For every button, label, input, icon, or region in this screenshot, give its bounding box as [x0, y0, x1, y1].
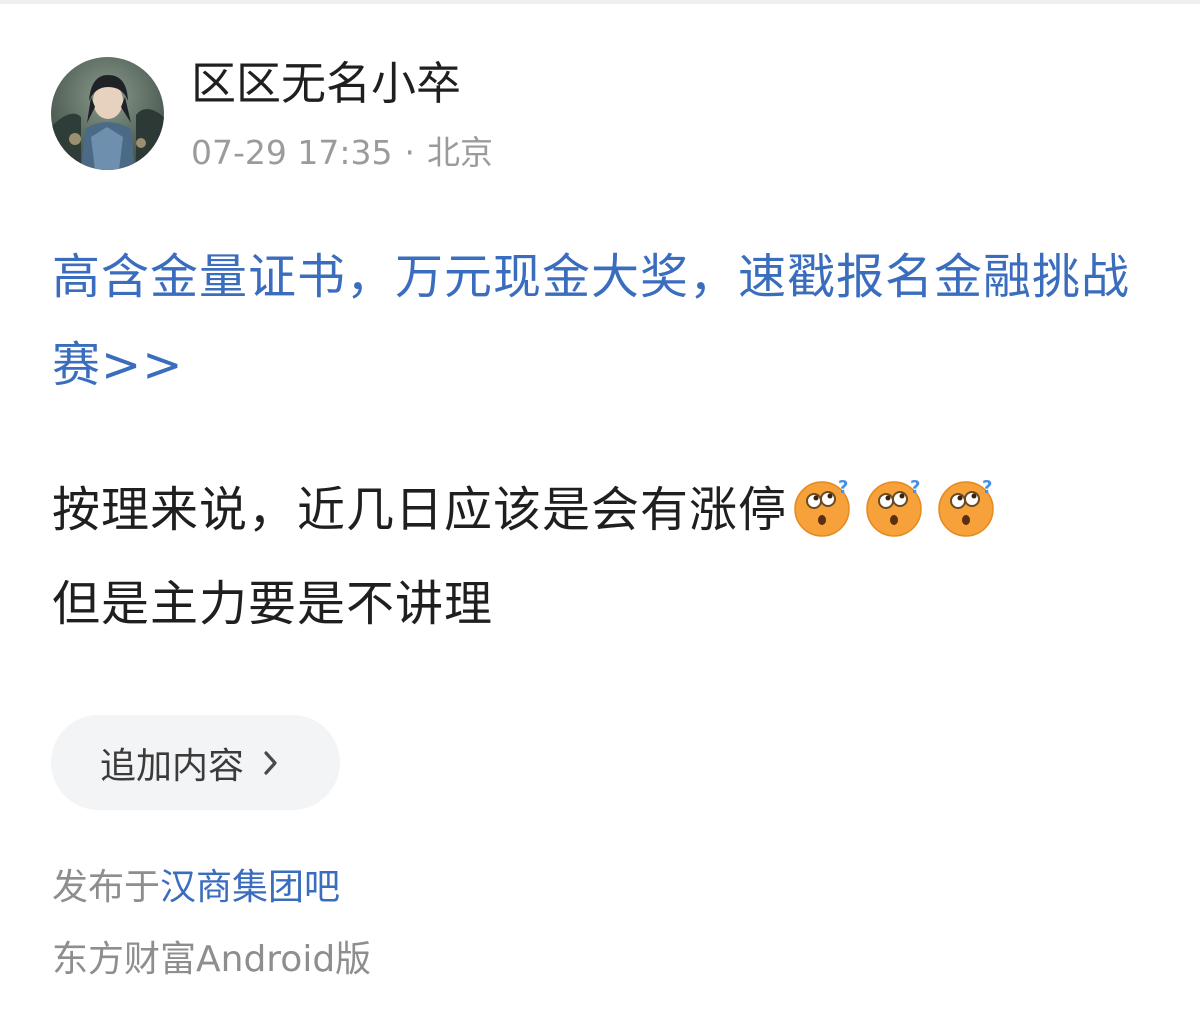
avatar-image [51, 57, 164, 170]
svg-text:?: ? [838, 477, 849, 498]
post-content-line-1: 按理来说，近几日应该是会有涨停 ? ? ? [52, 463, 1162, 557]
chevron-right-icon [264, 750, 277, 775]
append-content-label: 追加内容 [100, 745, 245, 787]
thinking-face-emoji: ? [794, 477, 850, 537]
published-in-prefix: 发布于 [52, 867, 161, 908]
post-content-line-2: 但是主力要是不讲理 [52, 576, 494, 632]
post-timestamp: 07-29 17:35 [191, 133, 393, 172]
thinking-face-emoji: ? [938, 477, 994, 537]
post-location: 北京 [426, 133, 493, 172]
thinking-face-emoji: ? [866, 477, 922, 537]
post-meta: 07-29 17:35 · 北京 [191, 130, 493, 176]
board-link[interactable]: 汉商集团吧 [160, 867, 340, 908]
avatar[interactable] [51, 57, 164, 170]
post-content: 按理来说，近几日应该是会有涨停 ? ? ? 但是主力要是不讲理 [52, 463, 1162, 651]
append-content-button[interactable]: 追加内容 [51, 715, 340, 810]
svg-text:?: ? [910, 477, 921, 498]
post-text-1: 按理来说，近几日应该是会有涨停 [52, 482, 788, 538]
svg-text:?: ? [982, 477, 993, 498]
client-source: 东方财富Android版 [52, 939, 372, 980]
published-in: 发布于汉商集团吧 [52, 862, 340, 914]
promo-link[interactable]: 高含金量证书，万元现金大奖，速戳报名金融挑战赛>> [52, 233, 1162, 409]
top-divider [0, 0, 1200, 4]
author-username[interactable]: 区区无名小卒 [191, 52, 461, 116]
meta-separator: · [404, 133, 415, 172]
